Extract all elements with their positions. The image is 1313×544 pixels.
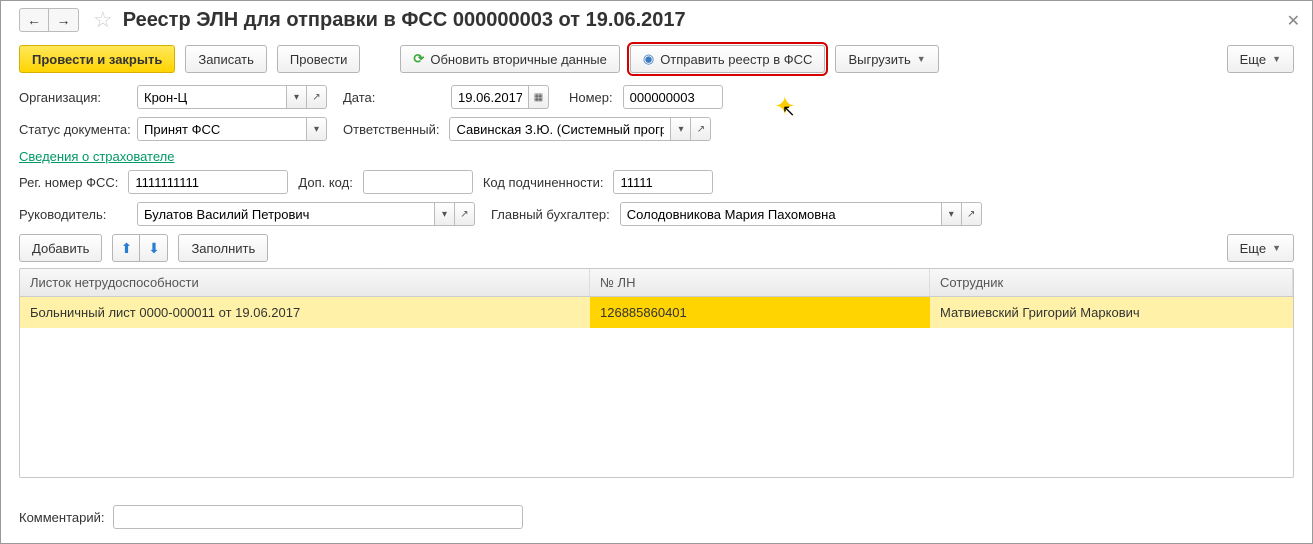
col-ln-number[interactable]: № ЛН [590, 269, 930, 296]
sick-leave-table[interactable]: Листок нетрудоспособности № ЛН Сотрудник… [19, 268, 1294, 478]
table-row[interactable]: Больничный лист 0000-000011 от 19.06.201… [20, 297, 1293, 328]
export-button[interactable]: Выгрузить ▼ [835, 45, 938, 73]
close-icon[interactable]: ✕ [1287, 11, 1300, 31]
date-label: Дата: [343, 90, 403, 105]
calendar-button[interactable]: ▦ [529, 85, 549, 109]
doc-status-input[interactable] [137, 117, 307, 141]
comment-input[interactable] [113, 505, 523, 529]
cell-employee: Матвиевский Григорий Маркович [930, 297, 1293, 328]
org-input[interactable] [137, 85, 287, 109]
post-button[interactable]: Провести [277, 45, 361, 73]
nav-back-button[interactable]: ← [19, 8, 49, 32]
fill-button[interactable]: Заполнить [178, 234, 268, 262]
send-to-fss-button[interactable]: ◉ Отправить реестр в ФСС [630, 45, 826, 73]
number-label: Номер: [569, 90, 613, 105]
reg-fss-label: Рег. номер ФСС: [19, 175, 118, 190]
chevron-down-icon: ▼ [917, 54, 926, 64]
add-code-label: Доп. код: [298, 175, 352, 190]
open-button[interactable]: ↗ [691, 117, 711, 141]
more-button[interactable]: Еще ▼ [1227, 45, 1294, 73]
add-code-input[interactable] [363, 170, 473, 194]
refresh-secondary-button[interactable]: ⟳ Обновить вторичные данные [400, 45, 619, 73]
post-and-close-button[interactable]: Провести и закрыть [19, 45, 175, 73]
dropdown-button[interactable]: ▾ [942, 202, 962, 226]
head-input[interactable] [137, 202, 435, 226]
favorite-star-icon[interactable]: ☆ [93, 7, 113, 33]
number-input[interactable] [623, 85, 723, 109]
doc-status-label: Статус документа: [19, 122, 127, 137]
page-title: Реестр ЭЛН для отправки в ФСС 000000003 … [123, 9, 686, 32]
move-down-button[interactable]: ⬇ [140, 234, 168, 262]
date-input[interactable] [451, 85, 529, 109]
chief-acc-input[interactable] [620, 202, 942, 226]
chevron-down-icon: ▼ [1272, 243, 1281, 253]
chevron-down-icon: ▼ [1272, 54, 1281, 64]
chief-acc-label: Главный бухгалтер: [491, 207, 610, 222]
open-button[interactable]: ↗ [962, 202, 982, 226]
cell-ln-number: 126885860401 [590, 297, 930, 328]
open-button[interactable]: ↗ [307, 85, 327, 109]
dropdown-button[interactable]: ▾ [287, 85, 307, 109]
dropdown-button[interactable]: ▾ [307, 117, 327, 141]
dropdown-button[interactable]: ▾ [435, 202, 455, 226]
responsible-label: Ответственный: [343, 122, 439, 137]
refresh-icon: ⟳ [413, 51, 424, 67]
col-sick-leave[interactable]: Листок нетрудоспособности [20, 269, 590, 296]
comment-label: Комментарий: [19, 510, 105, 525]
insurer-section-link[interactable]: Сведения о страхователе [19, 149, 1294, 164]
add-row-button[interactable]: Добавить [19, 234, 102, 262]
open-button[interactable]: ↗ [455, 202, 475, 226]
org-label: Организация: [19, 90, 127, 105]
move-up-button[interactable]: ⬆ [112, 234, 140, 262]
sub-code-label: Код подчиненности: [483, 175, 604, 190]
head-label: Руководитель: [19, 207, 127, 222]
cell-sick-leave: Больничный лист 0000-000011 от 19.06.201… [20, 297, 590, 328]
save-button[interactable]: Записать [185, 45, 267, 73]
sub-code-input[interactable] [613, 170, 713, 194]
nav-forward-button[interactable]: → [49, 8, 79, 32]
globe-icon: ◉ [643, 51, 654, 67]
reg-fss-input[interactable] [128, 170, 288, 194]
table-more-button[interactable]: Еще ▼ [1227, 234, 1294, 262]
col-employee[interactable]: Сотрудник [930, 269, 1293, 296]
dropdown-button[interactable]: ▾ [671, 117, 691, 141]
responsible-input[interactable] [449, 117, 671, 141]
